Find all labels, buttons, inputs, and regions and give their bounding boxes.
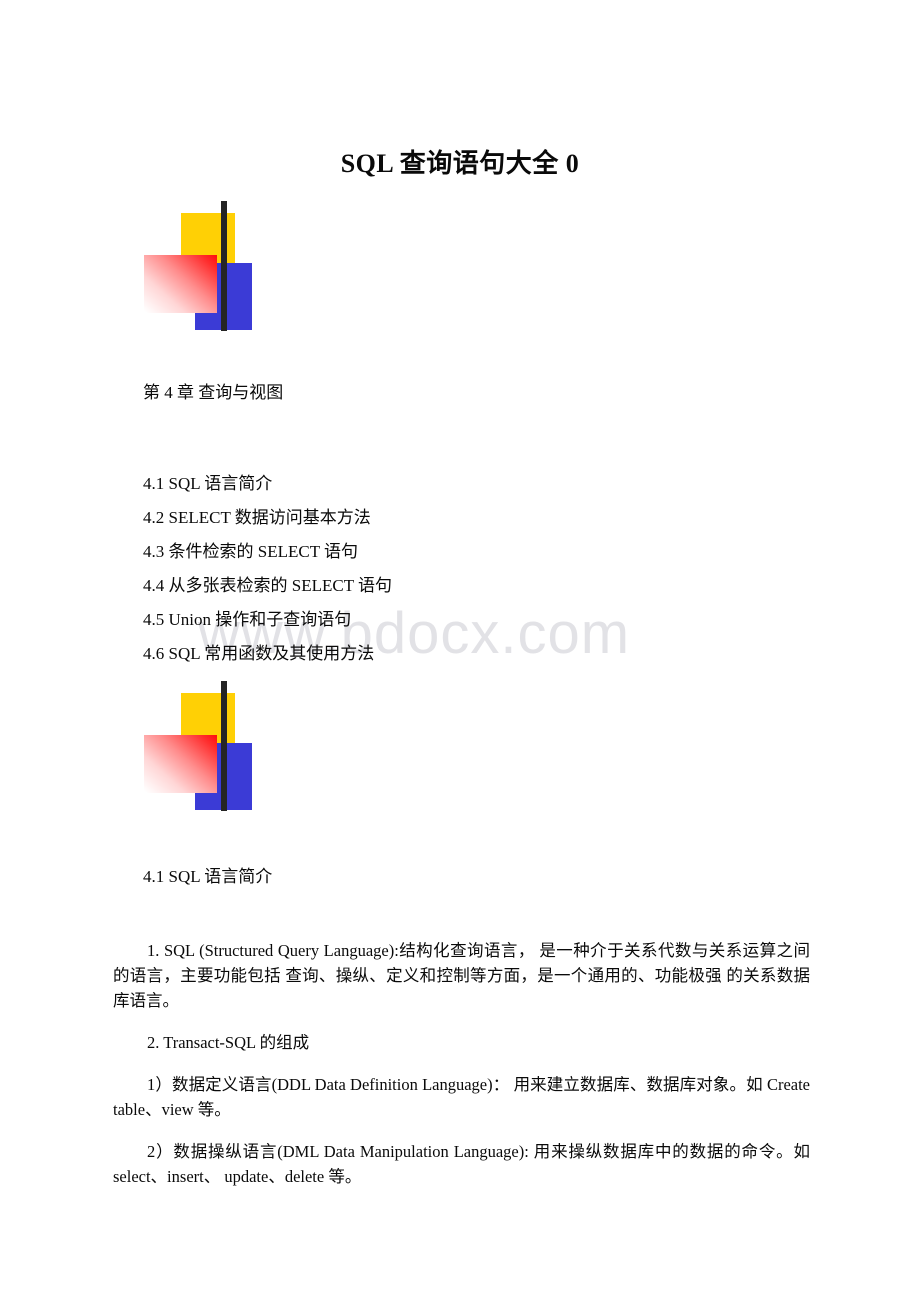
chapter-heading: 第 4 章 查询与视图 bbox=[143, 383, 284, 402]
toc-item-4-1: 4.1 SQL 语言简介 bbox=[143, 474, 273, 493]
toc-item-4-6: 4.6 SQL 常用函数及其使用方法 bbox=[143, 644, 375, 663]
paragraph: 2）数据操纵语言(DML Data Manipulation Language)… bbox=[113, 1142, 810, 1186]
logo-black-bar-icon bbox=[221, 201, 227, 331]
body-text: 1. SQL (Structured Query Language):结构化查询… bbox=[113, 938, 810, 1189]
table-of-contents: 4.1 SQL 语言简介 4.2 SELECT 数据访问基本方法 4.3 条件检… bbox=[143, 467, 803, 671]
paragraph: 2. Transact-SQL 的组成 bbox=[147, 1033, 310, 1052]
logo-red-gradient-icon bbox=[144, 735, 217, 793]
logo-red-gradient-icon bbox=[144, 255, 217, 313]
logo-black-bar-icon bbox=[221, 681, 227, 811]
page-title: SQL 查询语句大全 0 bbox=[340, 149, 580, 178]
section-heading: 4.1 SQL 语言简介 bbox=[143, 867, 273, 886]
paragraph: 1. SQL (Structured Query Language):结构化查询… bbox=[113, 941, 810, 1010]
document-page: www.bdocx.com SQL 查询语句大全 0 第 4 章 查询与视图 4… bbox=[0, 0, 920, 1302]
paragraph: 1）数据定义语言(DDL Data Definition Language)： … bbox=[113, 1075, 810, 1119]
toc-item-4-4: 4.4 从多张表检索的 SELECT 语句 bbox=[143, 576, 393, 595]
toc-item-4-2: 4.2 SELECT 数据访问基本方法 bbox=[143, 508, 371, 527]
toc-item-4-5: 4.5 Union 操作和子查询语句 bbox=[143, 610, 352, 629]
decorative-logo-top bbox=[142, 198, 282, 338]
decorative-logo-bottom bbox=[142, 678, 282, 818]
toc-item-4-3: 4.3 条件检索的 SELECT 语句 bbox=[143, 542, 359, 561]
